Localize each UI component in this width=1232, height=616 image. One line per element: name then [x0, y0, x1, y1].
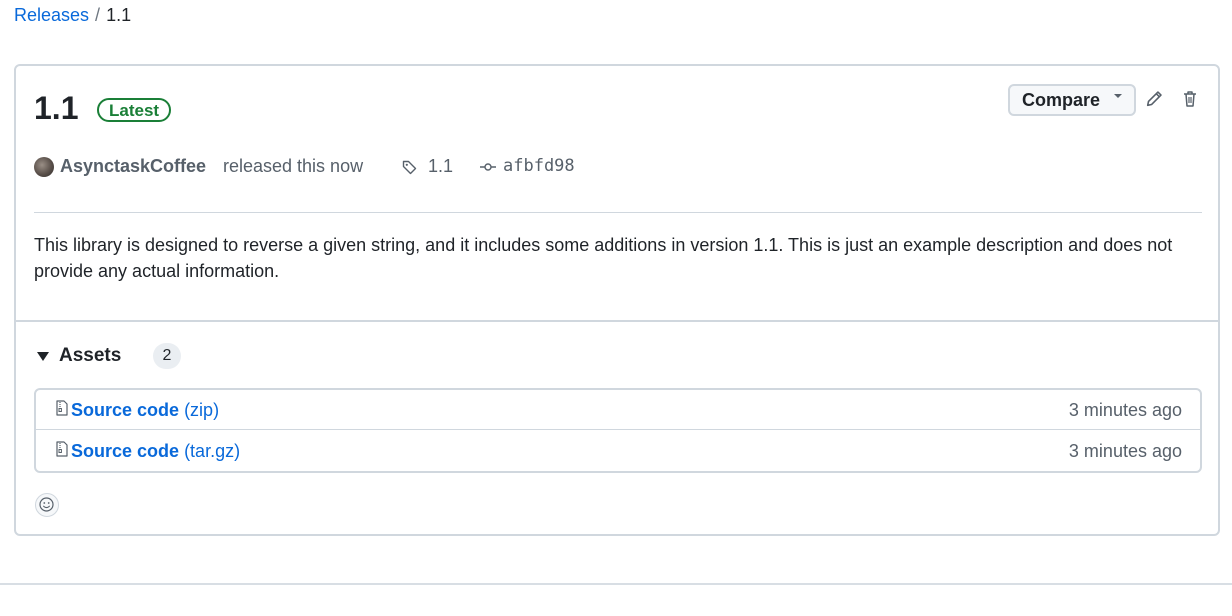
git-commit-icon: [480, 163, 496, 171]
page-bottom-divider: [0, 583, 1232, 585]
assets-list: Source code (zip) 3 minutes ago Source c…: [34, 388, 1202, 473]
release-description: This library is designed to reverse a gi…: [34, 235, 1173, 281]
file-zip-icon: [56, 441, 68, 457]
release-card: 1.1 Latest Compare AsynctaskCoffee relea…: [14, 64, 1220, 536]
breadcrumb: Releases /1.1: [14, 3, 131, 27]
trash-icon: [1184, 91, 1196, 107]
asset-link-zip[interactable]: Source code (zip): [71, 390, 219, 430]
asset-link-tar-gz[interactable]: Source code (tar.gz): [71, 431, 240, 471]
asset-ext: (tar.gz): [184, 441, 241, 461]
released-text: released this now: [223, 156, 364, 176]
asset-ext: (zip): [184, 400, 220, 420]
asset-time: 3 minutes ago: [1068, 400, 1182, 420]
file-zip-icon: [56, 400, 68, 416]
tag-icon: [402, 160, 417, 175]
add-reaction-button[interactable]: [35, 493, 59, 517]
asset-name: Source code: [71, 441, 180, 461]
compare-button[interactable]: Compare: [1008, 84, 1136, 116]
latest-badge: Latest: [97, 98, 172, 122]
assets-title: Assets: [59, 345, 122, 366]
tag-link[interactable]: 1.1: [428, 152, 453, 180]
pencil-icon: [1146, 91, 1162, 107]
chevron-down-icon: [1114, 94, 1122, 98]
compare-button-label: Compare: [1022, 90, 1101, 110]
avatar[interactable]: [34, 157, 54, 177]
section-divider: [16, 320, 1218, 322]
breadcrumb-separator: /: [95, 5, 101, 25]
triangle-down-icon: [37, 352, 49, 361]
author-link[interactable]: AsynctaskCoffee: [60, 152, 206, 180]
list-item: Source code (zip) 3 minutes ago: [36, 390, 1200, 430]
commit-link[interactable]: afbfd98: [503, 152, 575, 180]
breadcrumb-releases-link[interactable]: Releases: [14, 5, 89, 25]
assets-count-badge: 2: [153, 343, 181, 369]
list-item: Source code (tar.gz) 3 minutes ago: [36, 431, 1200, 471]
asset-time: 3 minutes ago: [1068, 441, 1182, 461]
divider: [34, 212, 1202, 213]
smiley-icon: [39, 497, 54, 512]
edit-button[interactable]: [1145, 90, 1167, 112]
delete-button[interactable]: [1182, 90, 1204, 112]
release-title: 1.1: [34, 90, 79, 126]
breadcrumb-current: 1.1: [106, 5, 132, 25]
asset-name: Source code: [71, 400, 180, 420]
